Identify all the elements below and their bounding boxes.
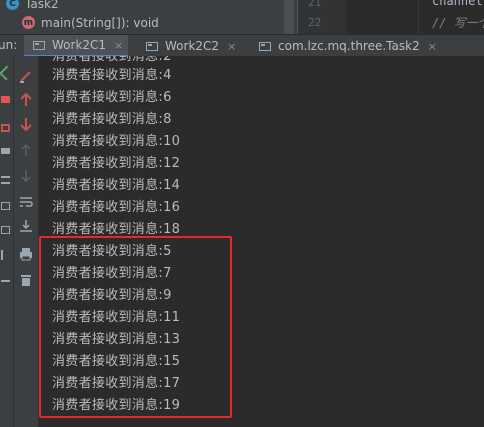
- run-tabs-bar: un: Work2C1 × Work2C2 × com.lzc.mq.three…: [0, 34, 484, 58]
- editor-gutter: 21 22: [297, 0, 346, 34]
- indent-guide: [418, 0, 419, 34]
- stop-all-icon[interactable]: [1, 124, 10, 132]
- soft-wrap-icon[interactable]: [18, 194, 34, 210]
- structure-method-item[interactable]: m main(String[]): void: [22, 14, 159, 31]
- line-number: 21: [308, 0, 322, 9]
- close-icon[interactable]: ×: [428, 40, 437, 53]
- pin-icon[interactable]: [1, 176, 10, 184]
- structure-class-item[interactable]: C Task2: [6, 0, 59, 12]
- rerun-icon[interactable]: [0, 65, 14, 81]
- close-run-icon[interactable]: [1, 272, 10, 282]
- console-icon: [259, 41, 271, 51]
- class-name: Task2: [25, 0, 59, 11]
- tab-label: com.lzc.mq.three.Task2: [278, 39, 420, 53]
- code-editor[interactable]: channel. // 写一个: [346, 0, 484, 34]
- settings-icon[interactable]: [1, 250, 12, 260]
- method-signature: main(String[]): void: [41, 15, 159, 30]
- close-icon[interactable]: ×: [114, 39, 123, 52]
- up-arrow-icon[interactable]: [18, 92, 34, 108]
- console-line: 消费者接收到消息:8: [52, 112, 172, 127]
- scroll-end-icon[interactable]: [18, 218, 34, 234]
- console-icon: [33, 40, 45, 50]
- print-icon[interactable]: [18, 246, 34, 262]
- run-controls-strip: [0, 56, 14, 427]
- restore-layout-icon[interactable]: [1, 148, 10, 154]
- down-nav-icon[interactable]: [18, 168, 34, 184]
- stop-icon[interactable]: [1, 96, 10, 103]
- structure-scrollbar[interactable]: [284, 0, 294, 34]
- console-line: 消费者接收到消息:6: [52, 90, 172, 105]
- console-toolbar: [14, 56, 39, 427]
- console-line: 消费者接收到消息:4: [52, 68, 172, 83]
- console-line: 消费者接收到消息:14: [52, 178, 181, 193]
- close-icon[interactable]: ×: [227, 40, 236, 53]
- tab-label: Work2C1: [52, 38, 107, 52]
- console-line: 消费者接收到消息:10: [52, 134, 181, 149]
- console-line: 消费者接收到消息:12: [52, 156, 181, 171]
- method-icon: m: [22, 16, 35, 29]
- trash-icon[interactable]: [18, 272, 34, 288]
- line-number: 22: [308, 16, 322, 29]
- tab-work2c2[interactable]: Work2C2 ×: [146, 35, 236, 57]
- code-comment: // 写一个: [432, 16, 484, 30]
- layout-icon[interactable]: [1, 202, 10, 210]
- tab-task2[interactable]: com.lzc.mq.three.Task2 ×: [259, 35, 437, 57]
- tab-work2c1[interactable]: Work2C1 ×: [24, 35, 128, 57]
- wrench-icon[interactable]: [18, 68, 34, 84]
- console-line: 消费者接收到消息:16: [52, 200, 181, 215]
- tab-label: Work2C2: [165, 39, 220, 53]
- dump-threads-icon[interactable]: [1, 226, 10, 234]
- down-arrow-icon[interactable]: [18, 116, 34, 132]
- run-label: un:: [0, 38, 18, 52]
- code-line: channel.: [432, 0, 484, 8]
- class-icon: C: [6, 0, 19, 10]
- console-output[interactable]: 消费者接收到消息:2 消费者接收到消息:4 消费者接收到消息:6 消费者接收到消…: [39, 56, 484, 427]
- up-nav-icon[interactable]: [18, 142, 34, 158]
- console-icon: [146, 41, 158, 51]
- highlight-box: [39, 236, 232, 418]
- structure-panel: C Task2 m main(String[]): void: [0, 0, 297, 34]
